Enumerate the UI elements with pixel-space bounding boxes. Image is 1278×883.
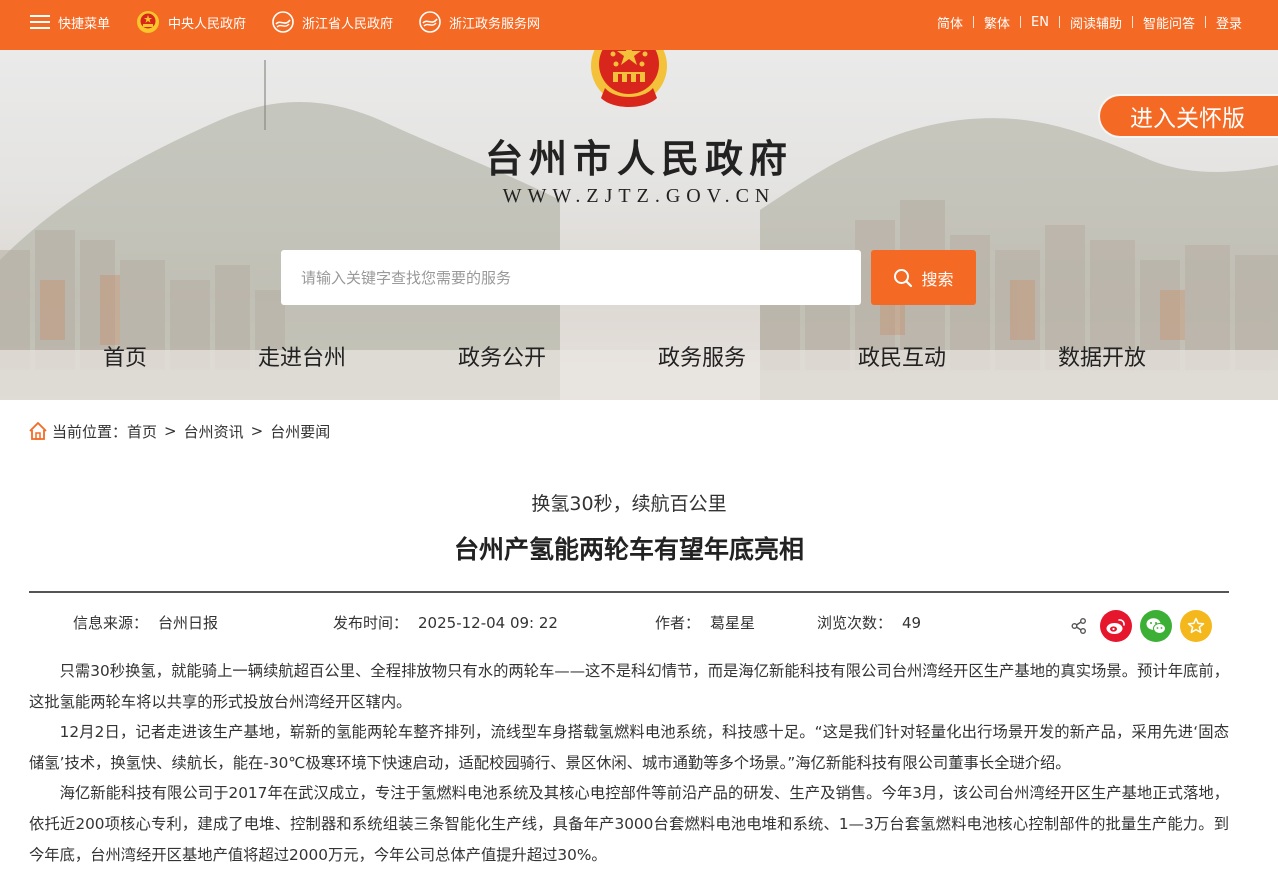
favorite-button[interactable] [1180,610,1212,642]
share-bar [1070,610,1212,642]
home-icon [28,421,48,441]
quick-menu-link[interactable]: 快捷菜单 [30,13,110,32]
search-button[interactable]: 搜索 [871,250,976,305]
meta-source: 信息来源： 台州日报 [73,612,218,638]
article-paragraph: 海亿新能科技有限公司于2017年在武汉成立，专注于氢燃料电池系统及其核心电控部件… [29,784,1229,864]
meta-author: 作者： 葛星星 [655,612,755,638]
top-bar-right: 简体 繁体 EN 阅读辅助 智能问答 登录 [927,0,1252,44]
top-bar: 快捷菜单 中央人民政府 浙江省人民政府 浙江政务服务网 简体 繁体 EN 阅读辅… [0,0,1278,50]
nav-government-services[interactable]: 政务服务 [658,340,746,372]
central-gov-link[interactable]: 中央人民政府 [136,10,246,34]
meta-source-label: 信息来源： [73,614,149,632]
care-version-button[interactable]: 进入关怀版 [1100,96,1278,136]
site-title: 台州市人民政府 [484,136,793,181]
meta-source-value: 台州日报 [158,614,219,632]
article-paragraph: 12月2日，记者走进该生产基地，崭新的氢能两轮车整齐排列，流线型车身搭载氢燃料电… [29,723,1229,772]
nav-home[interactable]: 首页 [103,340,147,372]
zhejiang-logo-icon [272,11,294,33]
meta-author-value: 葛星星 [710,614,756,632]
traditional-chinese-link[interactable]: 繁体 [974,13,1020,32]
menu-icon [30,14,50,30]
wechat-share-button[interactable] [1140,610,1172,642]
quick-menu-label: 快捷菜单 [58,16,111,32]
zhejiang-service-logo-icon [419,11,441,33]
site-url: WWW.ZJTZ.GOV.CN [502,185,776,207]
wechat-icon [1146,618,1166,634]
login-link[interactable]: 登录 [1206,13,1252,32]
zhejiang-gov-label: 浙江省人民政府 [302,16,394,32]
meta-views-label: 浏览次数： [817,614,893,632]
weibo-icon [1106,619,1125,634]
breadcrumb-prefix: 当前位置： [52,422,128,441]
article-paragraph: 只需30秒换氢，就能骑上一辆续航超百公里、全程排放物只有水的两轮车——这不是科幻… [29,662,1229,711]
breadcrumb-taizhou-headlines[interactable]: 台州要闻 [270,421,330,442]
breadcrumb-separator: > [164,422,177,440]
share-icon[interactable] [1070,617,1088,635]
nav-government-affairs[interactable]: 政务公开 [458,340,546,372]
favorite-icon [1187,617,1205,634]
national-emblem-icon [136,10,160,34]
zhejiang-service-link[interactable]: 浙江政务服务网 [419,11,540,33]
weibo-share-button[interactable] [1100,610,1132,642]
article-subtitle: 换氢30秒，续航百公里 [531,493,727,515]
top-bar-left: 快捷菜单 中央人民政府 浙江省人民政府 浙江政务服务网 [30,0,566,44]
header-banner: 台州市人民政府 WWW.ZJTZ.GOV.CN 进入关怀版 搜索 首页 走进台州… [0,50,1278,400]
meta-views-value: 49 [902,614,922,632]
main-nav: 首页 走进台州 政务公开 政务服务 政民互动 数据开放 [0,340,1278,380]
nav-about-taizhou[interactable]: 走进台州 [258,340,346,372]
reading-assist-link[interactable]: 阅读辅助 [1060,13,1132,32]
english-link[interactable]: EN [1021,15,1059,30]
search-input[interactable] [301,268,841,287]
national-emblem-logo [589,50,669,114]
meta-views: 浏览次数： 49 [817,612,921,638]
title-divider [29,591,1229,593]
breadcrumb-taizhou-news[interactable]: 台州资讯 [184,421,244,442]
simplified-chinese-link[interactable]: 简体 [927,13,973,32]
zhejiang-gov-link[interactable]: 浙江省人民政府 [272,11,393,33]
nav-open-data[interactable]: 数据开放 [1058,340,1146,372]
search-box [281,250,861,305]
zhejiang-service-label: 浙江政务服务网 [449,16,541,32]
meta-date-value: 2025-12-04 09: 22 [418,614,558,632]
breadcrumb-home[interactable]: 首页 [127,421,157,442]
meta-date-label: 发布时间： [333,614,409,632]
smart-qa-link[interactable]: 智能问答 [1133,13,1205,32]
nav-public-interaction[interactable]: 政民互动 [858,340,946,372]
breadcrumb: 当前位置： 首页 > 台州资讯 > 台州要闻 [28,419,330,443]
meta-author-label: 作者： [655,614,701,632]
search-icon [893,268,913,288]
article-title: 台州产氢能两轮车有望年底亮相 [453,535,804,564]
central-gov-label: 中央人民政府 [168,16,247,32]
search-button-label: 搜索 [921,269,954,289]
article-body: 只需30秒换氢，就能骑上一辆续航超百公里、全程排放物只有水的两轮车——这不是科幻… [29,656,1229,870]
meta-date: 发布时间： 2025-12-04 09: 22 [333,612,558,638]
breadcrumb-separator: > [250,422,264,440]
